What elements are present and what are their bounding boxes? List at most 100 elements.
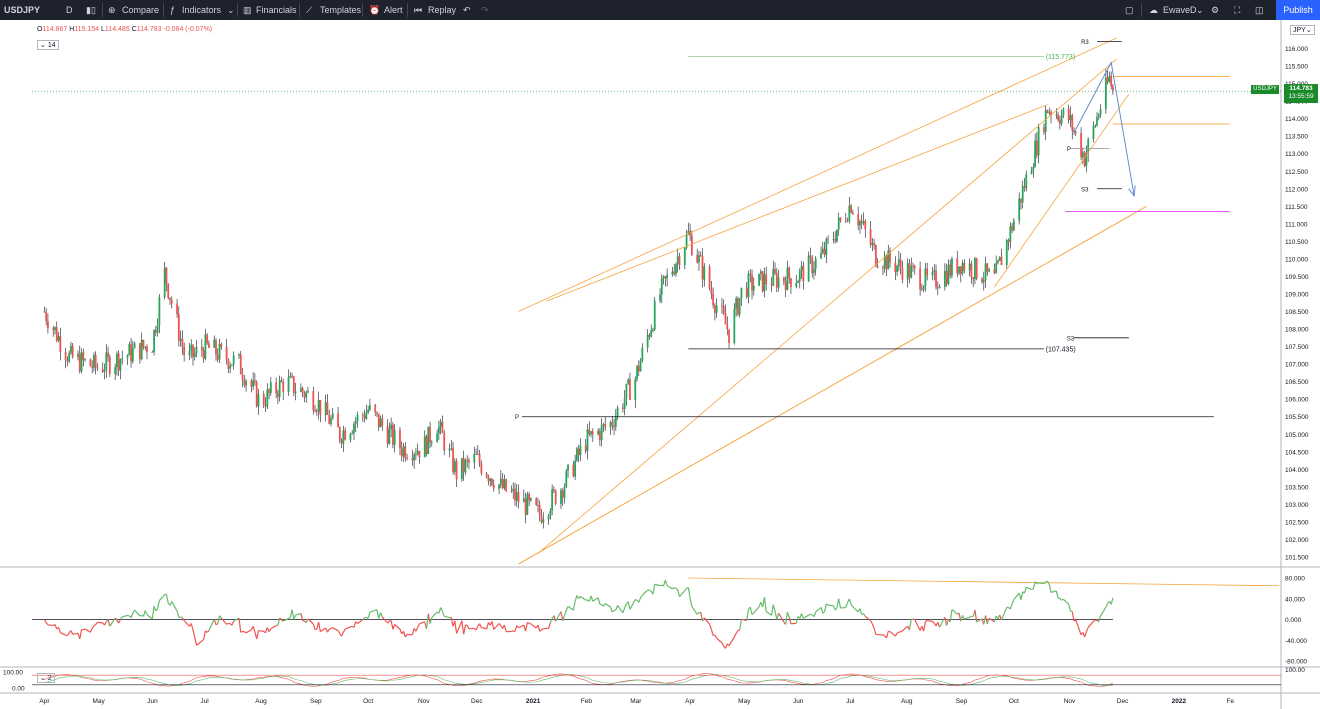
snapshot-camera-icon[interactable]: ◫ xyxy=(1255,0,1264,20)
oscillator-line-segment xyxy=(146,614,153,620)
oscillator-line-segment xyxy=(238,617,242,633)
candle-body xyxy=(473,453,476,463)
oscillator-line-segment xyxy=(772,604,776,612)
oscillator-line-segment xyxy=(659,584,662,587)
templates-button[interactable]: Templates xyxy=(320,0,361,20)
candle-body xyxy=(195,346,198,353)
candle-body xyxy=(254,380,256,383)
bar-style-icon[interactable]: ▮▯ xyxy=(86,0,96,20)
candle-body xyxy=(356,414,359,422)
oscillator-line-segment xyxy=(1093,619,1096,622)
oscillator-line-segment xyxy=(153,606,157,612)
price-tick-label: 106.500 xyxy=(1285,379,1309,386)
indicators-icon[interactable]: ƒ xyxy=(170,0,175,20)
oscillator-line-segment xyxy=(203,630,206,640)
oscillator-line-segment xyxy=(441,611,445,617)
oscillator-line-segment xyxy=(1098,615,1102,622)
oscillator-line-segment xyxy=(1050,590,1057,594)
candle-body xyxy=(1058,120,1061,124)
publish-button[interactable]: Publish xyxy=(1276,0,1320,20)
undo-icon[interactable]: ↶ xyxy=(463,0,471,20)
settings-gear-icon[interactable]: ⚙ xyxy=(1211,0,1219,20)
oscillator-line-segment xyxy=(1026,586,1032,591)
oscillator-line-segment xyxy=(456,620,463,634)
candle-body xyxy=(1018,198,1021,221)
stoch-length-badge[interactable]: ⌄ 2 xyxy=(37,673,55,683)
templates-icon[interactable]: ⟋ xyxy=(306,0,312,20)
candle-body xyxy=(499,478,502,485)
oscillator-line-segment xyxy=(381,616,389,624)
chart-svg[interactable]: 101.500 102.000 102.500 103.000 103.500 104.0… xyxy=(0,20,1320,709)
oscillator-line-segment xyxy=(592,597,599,602)
replay-icon[interactable]: ⏮ xyxy=(414,0,422,20)
candle-body xyxy=(491,478,493,485)
candle-body xyxy=(1035,140,1038,156)
candle-body xyxy=(981,278,983,283)
compare-icon[interactable]: ⊕ xyxy=(108,0,116,20)
oscillator-tick-label: 40.000 xyxy=(1285,596,1305,603)
layout-name[interactable]: EwaveD xyxy=(1163,0,1197,20)
currency-selector[interactable]: JPY⌄ xyxy=(1290,25,1315,35)
price-tick-label: 109.000 xyxy=(1285,291,1309,298)
candle-body xyxy=(154,330,157,333)
oscillator-line-segment xyxy=(486,622,490,630)
candle-body xyxy=(289,375,292,378)
replay-button[interactable]: Replay xyxy=(428,0,456,20)
candle-body xyxy=(972,277,975,280)
candle-body xyxy=(535,498,538,505)
oscillator-line-segment xyxy=(183,620,190,627)
candle-body xyxy=(701,256,704,280)
candle-body xyxy=(859,221,861,226)
chart-area[interactable]: 101.500 102.000 102.500 103.000 103.500 104.0… xyxy=(0,20,1320,709)
oscillator-line-segment xyxy=(553,615,557,622)
layout-menu-chevron-icon[interactable]: ⌄ xyxy=(1196,0,1204,20)
symbol-search[interactable]: USDJPY xyxy=(4,0,40,20)
candle-body xyxy=(436,433,439,443)
oscillator-line-segment xyxy=(1100,606,1107,617)
alert-icon[interactable]: ⏰ xyxy=(369,0,380,20)
candle-body xyxy=(837,217,840,230)
oscillator-line-segment xyxy=(454,620,458,634)
fullscreen-icon[interactable]: ⛶ xyxy=(1234,0,1240,20)
indicators-button[interactable]: Indicators xyxy=(182,0,221,20)
oscillator-line-segment xyxy=(687,587,691,599)
candle-body xyxy=(427,426,430,454)
financials-button[interactable]: Financials xyxy=(256,0,297,20)
indicator-length-badge[interactable]: ⌄ 14 xyxy=(37,40,59,50)
candle-body xyxy=(342,430,345,444)
candle-body xyxy=(206,334,209,344)
candle-body xyxy=(468,460,470,463)
candle-body xyxy=(874,245,877,266)
interval-selector[interactable]: D xyxy=(66,0,73,20)
oscillator-line-segment xyxy=(641,589,649,596)
candle-body xyxy=(59,336,62,352)
candle-body xyxy=(277,393,279,397)
redo-icon[interactable]: ↷ xyxy=(481,0,489,20)
candle-body xyxy=(1083,152,1086,167)
candle-body xyxy=(480,463,483,474)
oscillator-line-segment xyxy=(275,624,279,627)
candle-body xyxy=(501,478,504,489)
candle-body xyxy=(551,489,554,511)
time-axis-label: Sep xyxy=(310,698,322,705)
fullscreen-toggle-icon[interactable]: ▢ xyxy=(1125,0,1134,20)
chevron-down-icon[interactable]: ⌄ xyxy=(227,0,235,20)
candle-body xyxy=(455,461,458,479)
oscillator-line-segment xyxy=(219,615,222,619)
candle-body xyxy=(922,286,925,290)
oscillator-line-segment xyxy=(882,634,885,637)
candle-body xyxy=(961,262,964,274)
candle-body xyxy=(634,378,637,400)
candle-body xyxy=(561,490,564,498)
candle-body xyxy=(864,221,867,230)
time-axis-label: Jul xyxy=(846,698,855,705)
oscillator-line-segment xyxy=(493,623,500,630)
compare-button[interactable]: Compare xyxy=(122,0,159,20)
cloud-icon[interactable]: ☁ xyxy=(1149,0,1158,20)
oscillator-line-segment xyxy=(539,629,542,632)
alert-button[interactable]: Alert xyxy=(384,0,403,20)
oscillator-line-segment xyxy=(889,631,896,637)
financials-icon[interactable]: ▥ xyxy=(243,0,252,20)
oscillator-line-segment xyxy=(440,607,443,612)
time-axis-label: Aug xyxy=(901,698,913,705)
